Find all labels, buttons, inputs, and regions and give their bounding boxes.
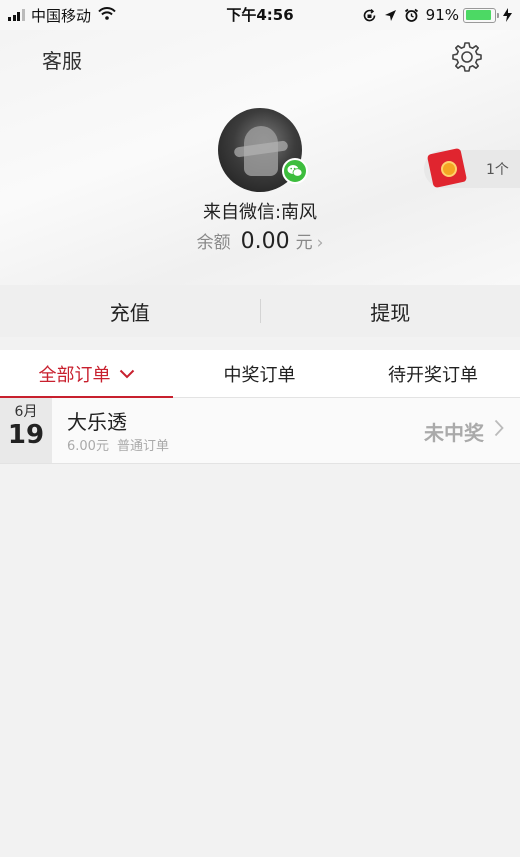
- wifi-icon: [98, 6, 116, 24]
- balance-row[interactable]: 余额 0.00 元 ›: [0, 228, 520, 254]
- red-envelope-icon: [426, 147, 468, 189]
- tab-pending-orders[interactable]: 待开奖订单: [346, 350, 520, 397]
- signal-icon: [8, 9, 26, 21]
- location-icon: [384, 9, 397, 22]
- order-amount: 6.00元: [67, 439, 109, 454]
- balance-label: 余额: [196, 233, 231, 253]
- settings-button[interactable]: [451, 41, 483, 73]
- carrier-label: 中国移动: [31, 6, 92, 25]
- customer-service-link[interactable]: 客服: [42, 45, 82, 74]
- battery-percent: 91%: [425, 6, 459, 24]
- order-subtitle: 6.00元 普通订单: [67, 435, 169, 454]
- balance-amount: 0.00: [240, 229, 290, 254]
- balance-arrow-icon: ›: [316, 233, 324, 253]
- status-left: 中国移动: [8, 0, 116, 30]
- order-type: 普通订单: [116, 439, 169, 454]
- tab-label: 全部订单: [38, 364, 111, 386]
- profile-header: 客服 来自微信:南风 余额 0.00 元 › 1个: [0, 30, 520, 285]
- tab-all-orders[interactable]: 全部订单: [0, 350, 173, 398]
- order-month: 6月: [14, 404, 38, 420]
- charging-icon: [503, 8, 512, 22]
- chevron-down-icon: [119, 369, 135, 379]
- order-title: 大乐透: [67, 410, 127, 434]
- wallet-actions: 充值 提现: [0, 285, 520, 337]
- recharge-button[interactable]: 充值: [0, 297, 260, 326]
- red-packet-count: 1个: [486, 162, 509, 178]
- tab-label: 待开奖订单: [388, 364, 478, 386]
- tab-label: 中奖订单: [223, 364, 296, 386]
- withdraw-button[interactable]: 提现: [261, 297, 520, 326]
- rotation-lock-icon: [362, 8, 377, 23]
- order-row[interactable]: 6月 19 大乐透 6.00元 普通订单 未中奖: [0, 398, 520, 464]
- gear-icon: [452, 42, 482, 72]
- screen: 中国移动 下午4:56 91% 客服 来自微信:南风 余额 0.00 元 › 1…: [0, 0, 520, 857]
- red-packet-button[interactable]: 1个: [424, 147, 520, 189]
- user-nickname: 来自微信:南风: [202, 202, 318, 223]
- battery-icon: [463, 7, 499, 23]
- battery-fill: [465, 10, 491, 20]
- order-date: 6月 19: [0, 398, 52, 463]
- order-day: 19: [7, 420, 45, 450]
- balance-unit: 元: [295, 233, 313, 253]
- chevron-right-icon: [494, 419, 504, 441]
- wechat-icon: [282, 158, 308, 184]
- tab-winning-orders[interactable]: 中奖订单: [173, 350, 346, 397]
- status-bar: 中国移动 下午4:56 91%: [0, 0, 520, 30]
- alarm-icon: [404, 8, 419, 23]
- order-status: 未中奖: [424, 421, 484, 445]
- status-right: 91%: [355, 0, 512, 30]
- order-tabs: 全部订单 中奖订单 待开奖订单: [0, 350, 520, 398]
